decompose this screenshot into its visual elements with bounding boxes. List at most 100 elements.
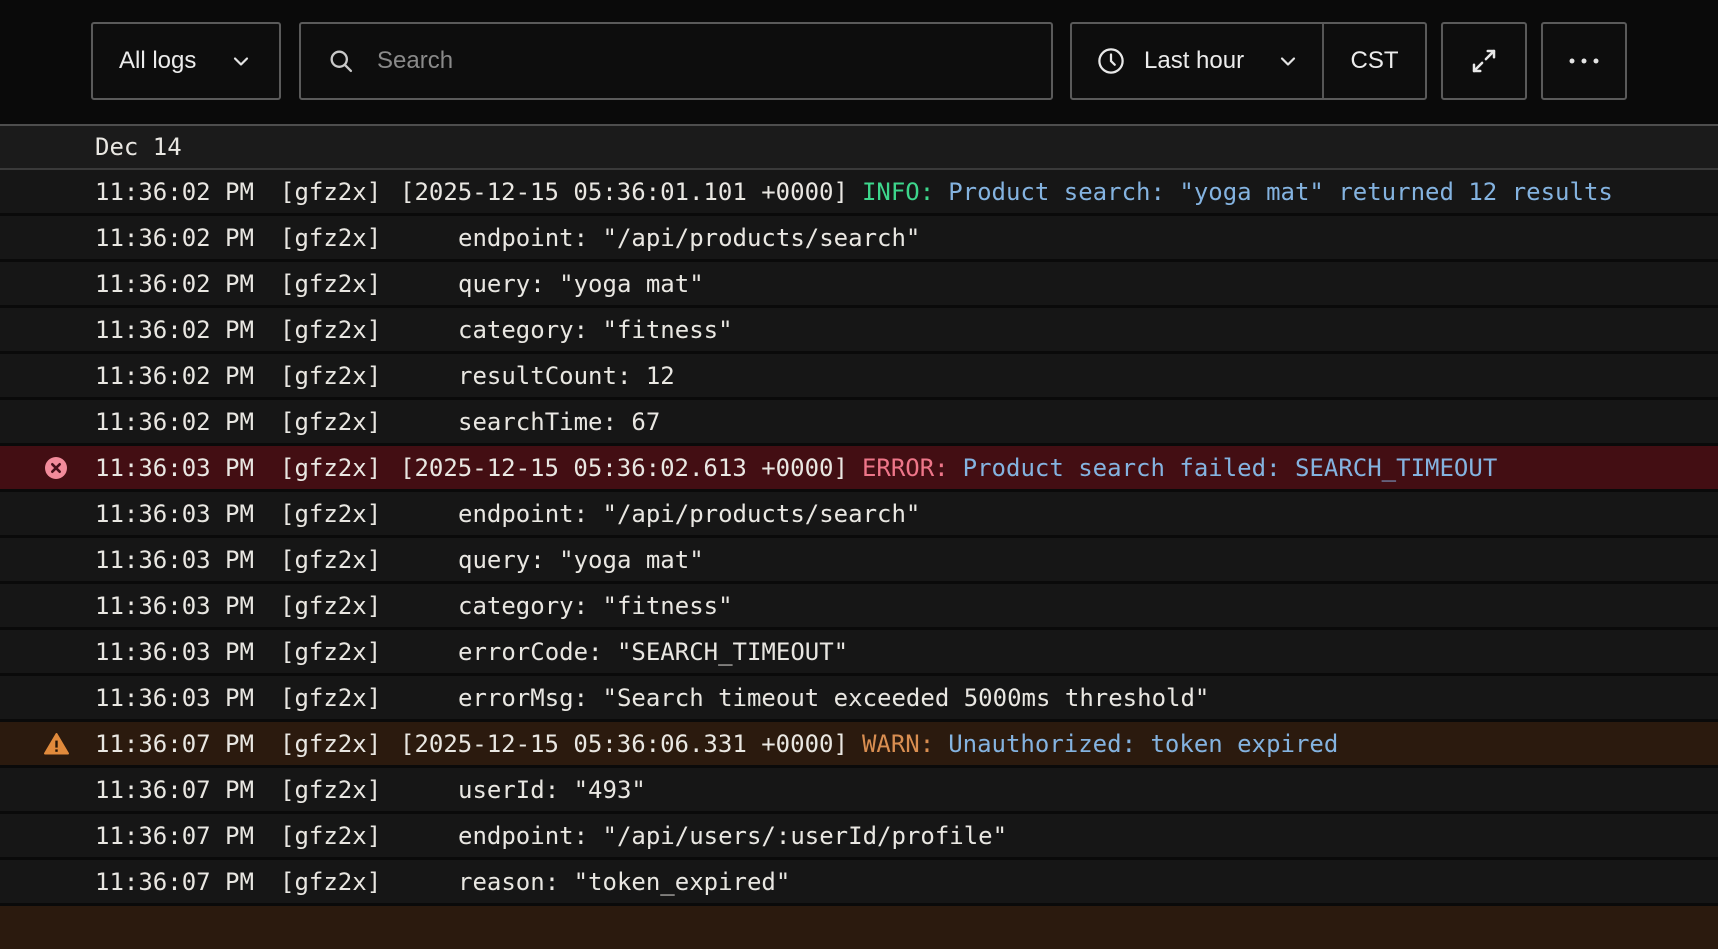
- log-level-badge: WARN:: [862, 730, 934, 758]
- search-box: [299, 22, 1053, 100]
- log-level-badge: ERROR:: [862, 454, 949, 482]
- log-row[interactable]: 11:36:03 PM [gfz2x] [2025-12-15 05:36:02…: [0, 446, 1718, 489]
- log-message: category: "fitness": [400, 592, 1718, 620]
- log-instance-tag: [gfz2x]: [280, 822, 400, 850]
- log-row[interactable]: 11:36:03 PM [gfz2x] query: "yoga mat": [0, 538, 1718, 581]
- log-toolbar: All logs Last hour CST: [0, 0, 1718, 124]
- log-row[interactable]: 11:36:03 PM [gfz2x] category: "fitness": [0, 584, 1718, 627]
- log-message: [2025-12-15 05:36:01.101 +0000]INFO:Prod…: [400, 178, 1718, 206]
- log-message-text: Product search failed: SEARCH_TIMEOUT: [963, 454, 1498, 482]
- expand-icon: [1469, 46, 1499, 76]
- log-message: errorCode: "SEARCH_TIMEOUT": [400, 638, 1718, 666]
- log-message: category: "fitness": [400, 316, 1718, 344]
- log-row[interactable]: 11:36:07 PM [gfz2x] endpoint: "/api/user…: [0, 814, 1718, 857]
- log-row[interactable]: 11:36:07 PM [gfz2x] userId: "493": [0, 768, 1718, 811]
- log-message: endpoint: "/api/products/search": [400, 500, 1718, 528]
- log-timestamp: 11:36:07 PM: [95, 776, 280, 804]
- log-message: [2025-12-15 05:36:06.331 +0000] WARN: Unau…: [400, 730, 1718, 758]
- log-instance-tag: [gfz2x]: [280, 546, 400, 574]
- log-type-filter-dropdown[interactable]: All logs: [91, 22, 281, 100]
- log-message-text: Product search: "yoga mat" returned 12 r…: [948, 178, 1613, 206]
- log-message: query: "yoga mat": [400, 546, 1718, 574]
- row-icon: [43, 409, 69, 435]
- log-row[interactable]: 11:36:07 PM [gfz2x] reason: "token_expir…: [0, 860, 1718, 903]
- log-instance-tag: [gfz2x]: [280, 592, 400, 620]
- chevron-down-icon: [229, 49, 253, 73]
- log-list: Dec 14 11:36:02 PM [gfz2x] [2025-12-15 0…: [0, 124, 1718, 949]
- log-timestamp: 11:36:02 PM: [95, 178, 280, 206]
- log-message-text: Unauthorized: token expired: [948, 730, 1338, 758]
- log-row[interactable]: [0, 906, 1718, 949]
- log-instance-tag: [gfz2x]: [280, 362, 400, 390]
- log-row[interactable]: 11:36:07 PM [gfz2x] [2025-12-15 05:36:06…: [0, 722, 1718, 765]
- log-row[interactable]: 11:36:03 PM [gfz2x] endpoint: "/api/prod…: [0, 492, 1718, 535]
- log-timestamp: 11:36:07 PM: [95, 822, 280, 850]
- log-message: resultCount: 12: [400, 362, 1718, 390]
- log-row[interactable]: 11:36:03 PM [gfz2x] errorMsg: "Search ti…: [0, 676, 1718, 719]
- log-type-filter-label: All logs: [119, 47, 196, 75]
- expand-button[interactable]: [1441, 22, 1527, 100]
- log-timestamp: 11:36:03 PM: [95, 638, 280, 666]
- log-timestamp: 11:36:07 PM: [95, 868, 280, 896]
- more-options-button[interactable]: [1541, 22, 1627, 100]
- log-row[interactable]: 11:36:02 PM [gfz2x] searchTime: 67: [0, 400, 1718, 443]
- log-message: query: "yoga mat": [400, 270, 1718, 298]
- row-icon: [43, 179, 69, 205]
- time-range-label: Last hour: [1144, 47, 1244, 75]
- log-timestamp: 11:36:02 PM: [95, 408, 280, 436]
- log-timestamp: 11:36:03 PM: [95, 500, 280, 528]
- log-row[interactable]: 11:36:02 PM [gfz2x] endpoint: "/api/prod…: [0, 216, 1718, 259]
- log-timestamp: 11:36:07 PM: [95, 730, 280, 758]
- log-message: endpoint: "/api/products/search": [400, 224, 1718, 252]
- log-datetime: [2025-12-15 05:36:02.613 +0000]: [400, 454, 848, 482]
- row-icon: [43, 271, 69, 297]
- log-datetime: [2025-12-15 05:36:06.331 +0000]: [400, 730, 848, 758]
- timezone-button[interactable]: CST: [1324, 24, 1425, 98]
- row-icon: [43, 363, 69, 389]
- log-row[interactable]: 11:36:02 PM [gfz2x] query: "yoga mat": [0, 262, 1718, 305]
- log-message: errorMsg: "Search timeout exceeded 5000m…: [400, 684, 1718, 712]
- log-timestamp: 11:36:03 PM: [95, 684, 280, 712]
- log-message: userId: "493": [400, 776, 1718, 804]
- log-instance-tag: [gfz2x]: [280, 776, 400, 804]
- log-instance-tag: [gfz2x]: [280, 684, 400, 712]
- log-instance-tag: [gfz2x]: [280, 638, 400, 666]
- row-icon: [43, 547, 69, 573]
- row-icon: [43, 915, 69, 941]
- log-message: reason: "token_expired": [400, 868, 1718, 896]
- row-icon: [43, 455, 69, 481]
- warning-icon: [43, 731, 70, 757]
- log-instance-tag: [gfz2x]: [280, 454, 400, 482]
- date-header: Dec 14: [0, 124, 1718, 170]
- log-instance-tag: [gfz2x]: [280, 224, 400, 252]
- clock-icon: [1096, 46, 1126, 76]
- log-instance-tag: [gfz2x]: [280, 408, 400, 436]
- row-icon: [43, 777, 69, 803]
- row-icon: [43, 869, 69, 895]
- log-instance-tag: [gfz2x]: [280, 270, 400, 298]
- row-icon: [43, 317, 69, 343]
- log-timestamp: 11:36:02 PM: [95, 362, 280, 390]
- search-input[interactable]: [375, 46, 1025, 76]
- row-icon: [43, 225, 69, 251]
- log-instance-tag: [gfz2x]: [280, 868, 400, 896]
- row-icon: [43, 501, 69, 527]
- log-timestamp: 11:36:03 PM: [95, 546, 280, 574]
- log-level-badge: INFO:: [862, 178, 934, 206]
- log-message: endpoint: "/api/users/:userId/profile": [400, 822, 1718, 850]
- log-rows-container: 11:36:02 PM [gfz2x] [2025-12-15 05:36:01…: [0, 170, 1718, 949]
- timezone-label: CST: [1351, 47, 1399, 75]
- log-instance-tag: [gfz2x]: [280, 730, 400, 758]
- log-row[interactable]: 11:36:02 PM [gfz2x] [2025-12-15 05:36:01…: [0, 170, 1718, 213]
- time-range-dropdown[interactable]: Last hour: [1072, 24, 1322, 98]
- row-icon: [43, 731, 69, 757]
- log-row[interactable]: 11:36:03 PM [gfz2x] errorCode: "SEARCH_T…: [0, 630, 1718, 673]
- log-row[interactable]: 11:36:02 PM [gfz2x] resultCount: 12: [0, 354, 1718, 397]
- log-message: [2025-12-15 05:36:02.613 +0000] ERROR: Pro…: [400, 454, 1718, 482]
- log-instance-tag: [gfz2x]: [280, 316, 400, 344]
- chevron-down-icon: [1276, 49, 1300, 73]
- search-icon: [327, 47, 355, 75]
- log-instance-tag: [gfz2x]: [280, 178, 400, 206]
- log-row[interactable]: 11:36:02 PM [gfz2x] category: "fitness": [0, 308, 1718, 351]
- date-header-label: Dec 14: [95, 133, 182, 161]
